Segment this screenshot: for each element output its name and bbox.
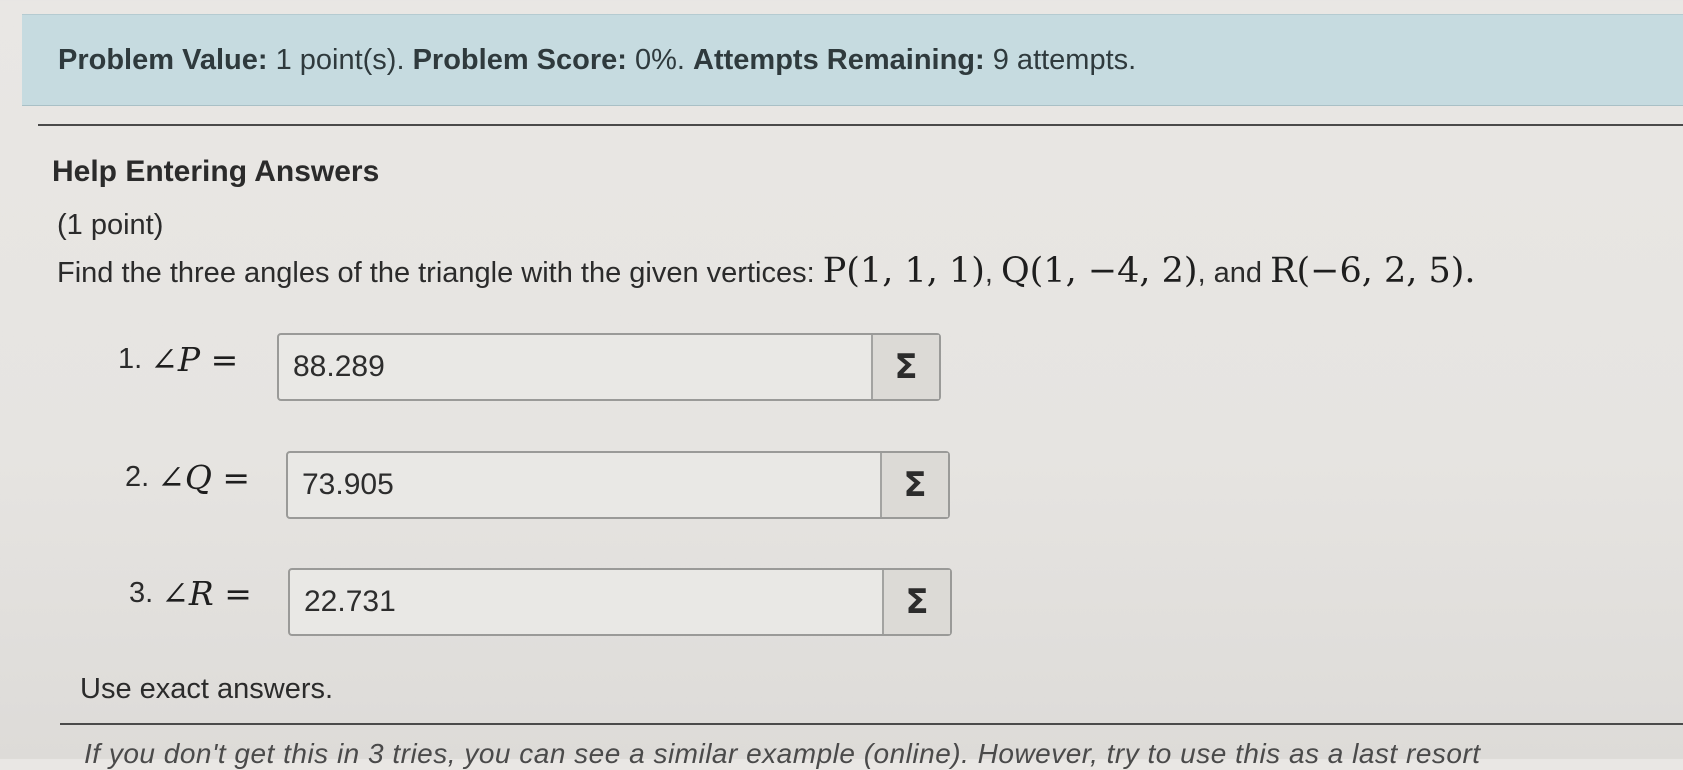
vertex-r: R(−6, 2, 5). xyxy=(1270,251,1476,291)
problem-status-bar: Problem Value: 1 point(s). Problem Score… xyxy=(22,14,1683,106)
exact-answers-note: Use exact answers. xyxy=(80,673,334,705)
attempts-remaining: 9 attempts. xyxy=(992,43,1137,76)
attempts-label: Attempts Remaining: xyxy=(693,43,985,76)
vertex-p: P(1, 1, 1) xyxy=(822,251,985,291)
angle-r-label: ∠R = xyxy=(161,574,252,613)
angle-q-label: ∠Q = xyxy=(157,458,251,497)
answer-row-p: 1. ∠P = xyxy=(118,340,238,379)
answer-row-r: 3. ∠R = xyxy=(129,574,252,613)
problem-value: 1 point(s). xyxy=(275,43,405,76)
help-entering-answers-link[interactable]: Help Entering Answers xyxy=(52,155,379,189)
answer-box-r: Σ xyxy=(288,568,952,636)
angle-p-input[interactable] xyxy=(279,335,871,399)
answer-box-q: Σ xyxy=(286,451,950,519)
answer-row-q: 2. ∠Q = xyxy=(125,458,250,497)
problem-statement: Find the three angles of the triangle wi… xyxy=(57,251,1476,291)
answer-number: 1. xyxy=(118,343,143,375)
vertex-q: Q(1, −4, 2) xyxy=(1000,251,1198,291)
answer-box-p: Σ xyxy=(277,333,941,401)
angle-r-input[interactable] xyxy=(290,570,882,634)
divider-top xyxy=(38,124,1683,126)
equation-editor-button[interactable]: Σ xyxy=(871,335,939,399)
problem-points: (1 point) xyxy=(57,209,164,241)
answer-number: 3. xyxy=(129,577,154,609)
problem-text: Find the three angles of the triangle wi… xyxy=(57,257,815,289)
problem-score: 0%. xyxy=(635,43,685,76)
angle-p-label: ∠P = xyxy=(150,340,239,379)
problem-value-label: Problem Value: xyxy=(58,43,268,76)
problem-score-label: Problem Score: xyxy=(412,43,627,76)
hint-text-cutoff: If you don't get this in 3 tries, you ca… xyxy=(84,738,1481,769)
equation-editor-button[interactable]: Σ xyxy=(880,453,948,517)
divider-bottom xyxy=(60,723,1683,725)
answer-number: 2. xyxy=(125,461,150,493)
angle-q-input[interactable] xyxy=(288,453,880,517)
problem-and: and xyxy=(1213,257,1263,289)
equation-editor-button[interactable]: Σ xyxy=(882,570,950,634)
